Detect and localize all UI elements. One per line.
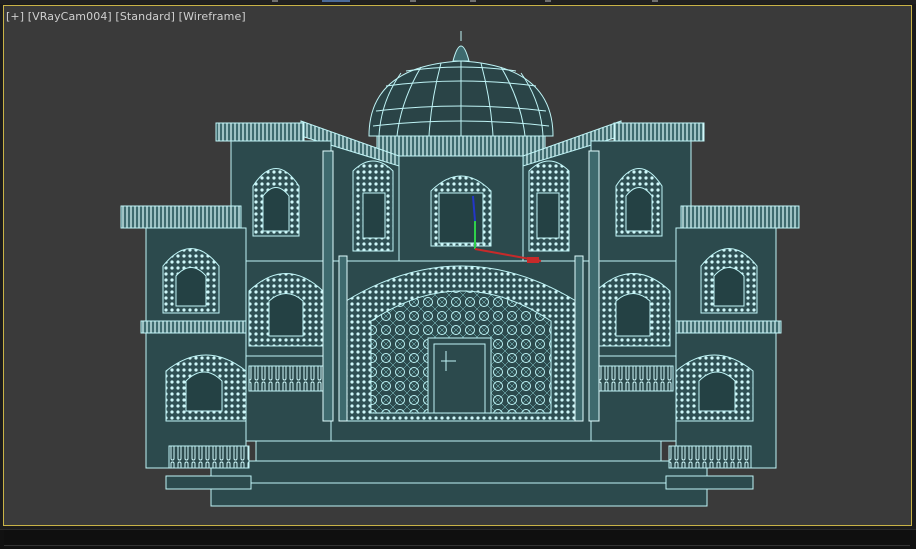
- toolbar-fragment: [410, 0, 416, 2]
- viewport-label: [+] [VRayCam004] [Standard] [Wireframe]: [6, 10, 246, 23]
- toolbar-fragment: [545, 0, 551, 2]
- wireframe-palace-model: [120, 31, 800, 507]
- viewport-shading-standard-menu[interactable]: [Standard]: [115, 10, 175, 23]
- dome: [368, 31, 554, 157]
- left-outer-wing: [120, 205, 250, 469]
- timeline-track[interactable]: [4, 530, 910, 546]
- top-toolbar-strip: [0, 0, 916, 4]
- toolbar-fragment: [470, 0, 476, 2]
- bottom-status-bar: [0, 529, 916, 549]
- viewport-camera[interactable]: [+] [VRayCam004] [Standard] [Wireframe]: [3, 5, 912, 526]
- right-outer-wing: [668, 205, 800, 469]
- viewport-camera-menu[interactable]: [VRayCam004]: [28, 10, 112, 23]
- viewport-wireframe-mode-menu[interactable]: [Wireframe]: [179, 10, 246, 23]
- toolbar-fragment-active: [322, 0, 350, 2]
- center-doorway: [345, 265, 577, 422]
- toolbar-fragment: [272, 0, 278, 2]
- viewport-menu-plus[interactable]: [+]: [6, 10, 24, 23]
- toolbar-fragment: [652, 0, 658, 2]
